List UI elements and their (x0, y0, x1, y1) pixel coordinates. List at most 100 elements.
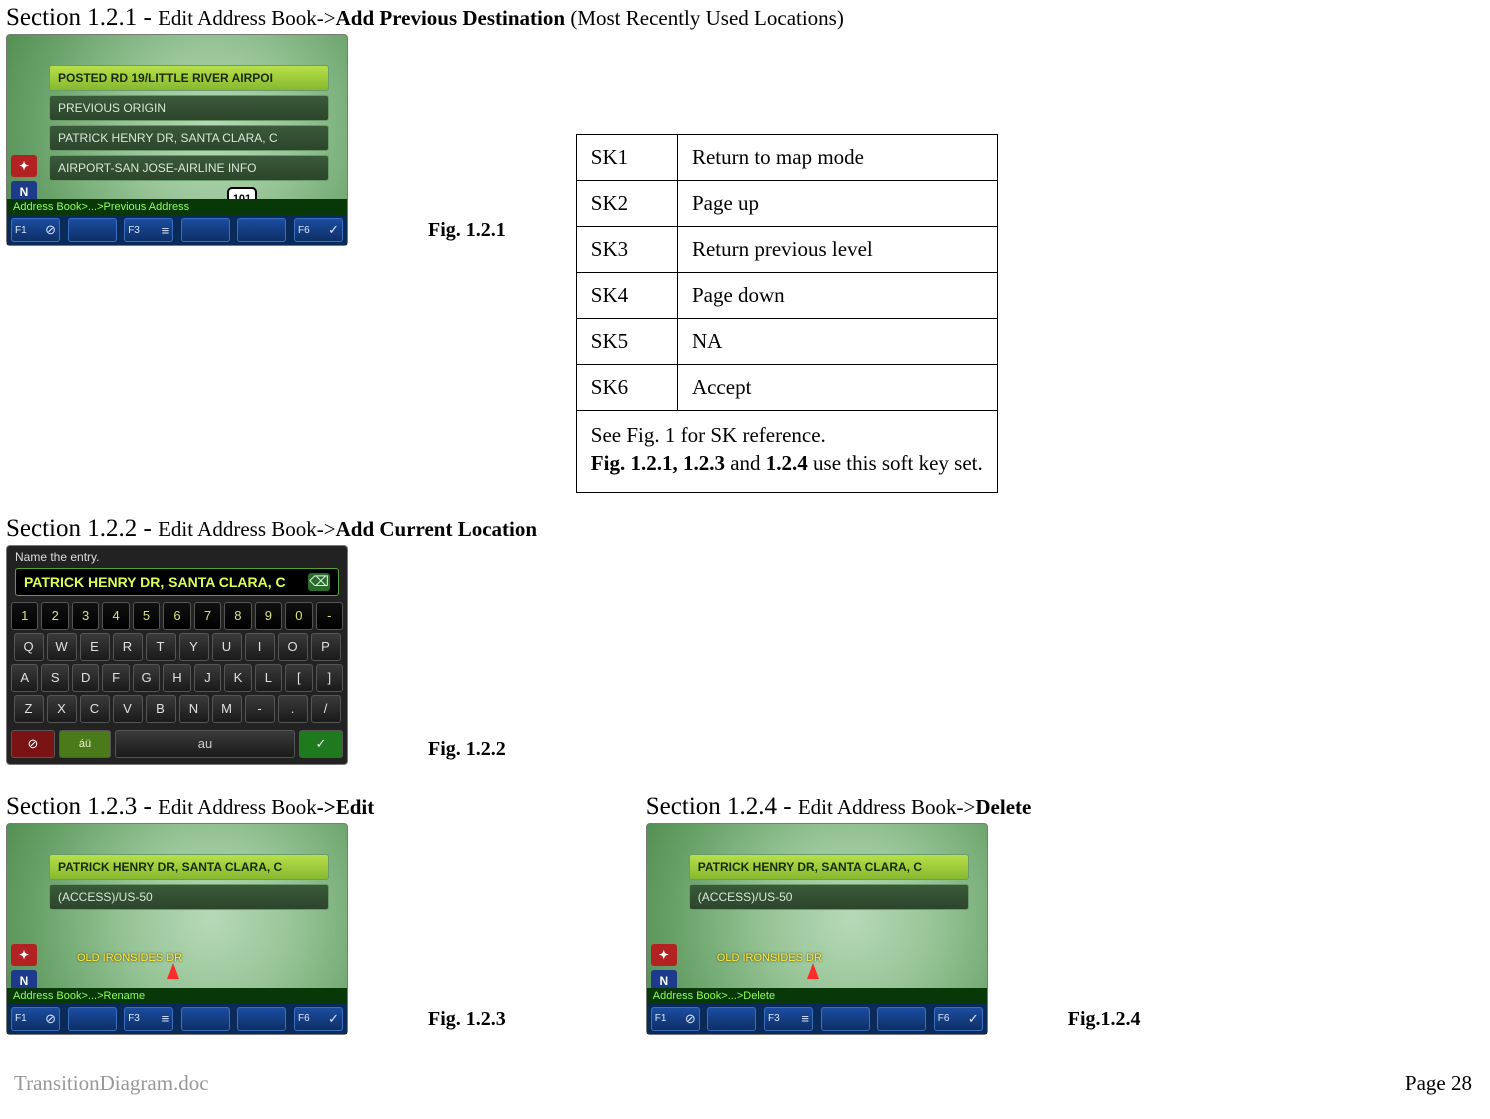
sk1-button[interactable]: F1⊘ (11, 1007, 60, 1031)
key-i[interactable]: I (245, 633, 275, 661)
sk4-button[interactable] (181, 1007, 230, 1031)
key-7[interactable]: 7 (194, 602, 221, 630)
figure-1-2-2-caption: Fig. 1.2.2 (428, 738, 506, 761)
prev-dest-row-0[interactable]: POSTED RD 19/LITTLE RIVER AIRPOI (49, 65, 329, 91)
sk3-button[interactable]: F3≡ (124, 1007, 173, 1031)
key-0[interactable]: 0 (285, 602, 312, 630)
sk5-button[interactable] (237, 218, 286, 242)
prev-dest-row-2[interactable]: PATRICK HENRY DR, SANTA CLARA, C (49, 125, 329, 151)
gps-status-icon: ✦ (11, 944, 37, 966)
sk4-button[interactable] (821, 1007, 870, 1031)
accents-button[interactable]: áü (59, 730, 111, 758)
sk5-button[interactable] (237, 1007, 286, 1031)
delete-row-1[interactable]: (ACCESS)/US-50 (689, 884, 969, 910)
sk1-button[interactable]: F1⊘ (651, 1007, 700, 1031)
key-lb[interactable]: [ (285, 664, 312, 692)
key-z[interactable]: Z (14, 695, 44, 723)
key-j[interactable]: J (194, 664, 221, 692)
key-x[interactable]: X (47, 695, 77, 723)
key-minus[interactable]: - (245, 695, 275, 723)
edit-row-1[interactable]: (ACCESS)/US-50 (49, 884, 329, 910)
entry-prompt: Name the entry. (7, 546, 347, 566)
key-f[interactable]: F (102, 664, 129, 692)
key-5[interactable]: 5 (133, 602, 160, 630)
gps-status-icon: ✦ (651, 944, 677, 966)
key-9[interactable]: 9 (255, 602, 282, 630)
sk3-button[interactable]: F3≡ (764, 1007, 813, 1031)
key-d[interactable]: D (72, 664, 99, 692)
softkey-bar: F1⊘ F3≡ F6✓ (7, 1004, 347, 1034)
softkey-reference-table: SK1Return to map mode SK2Page up SK3Retu… (576, 134, 998, 493)
key-o[interactable]: O (278, 633, 308, 661)
breadcrumb: Address Book>...>Previous Address (7, 199, 347, 215)
key-p[interactable]: P (311, 633, 341, 661)
key-v[interactable]: V (113, 695, 143, 723)
key-w[interactable]: W (47, 633, 77, 661)
key-m[interactable]: M (212, 695, 242, 723)
key-u[interactable]: U (212, 633, 242, 661)
breadcrumb: Address Book>...>Delete (647, 988, 987, 1004)
check-icon: ✓ (316, 736, 327, 752)
sk4-button[interactable] (181, 218, 230, 242)
delete-row-0[interactable]: PATRICK HENRY DR, SANTA CLARA, C (689, 854, 969, 880)
page-footer: TransitionDiagram.doc Page 28 (14, 1071, 1472, 1096)
figure-1-2-1-device: POSTED RD 19/LITTLE RIVER AIRPOI PREVIOU… (6, 34, 348, 246)
key-g[interactable]: G (133, 664, 160, 692)
space-button[interactable]: au (115, 730, 295, 758)
key-n[interactable]: N (179, 695, 209, 723)
key-8[interactable]: 8 (224, 602, 251, 630)
prev-dest-row-1[interactable]: PREVIOUS ORIGIN (49, 95, 329, 121)
prev-dest-row-3[interactable]: AIRPORT-SAN JOSE-AIRLINE INFO (49, 155, 329, 181)
sk-table-note: See Fig. 1 for SK reference. Fig. 1.2.1,… (576, 411, 997, 493)
key-h[interactable]: H (163, 664, 190, 692)
check-icon: ✓ (968, 1011, 979, 1027)
cancel-icon: ⊘ (685, 1011, 696, 1027)
sk2-button[interactable] (707, 1007, 756, 1031)
edit-row-0[interactable]: PATRICK HENRY DR, SANTA CLARA, C (49, 854, 329, 880)
softkey-bar: F1⊘ F3≡ F6✓ (7, 215, 347, 245)
sk2-button[interactable] (68, 1007, 117, 1031)
sk5-button[interactable] (877, 1007, 926, 1031)
key-6[interactable]: 6 (163, 602, 190, 630)
key-c[interactable]: C (80, 695, 110, 723)
key-e[interactable]: E (80, 633, 110, 661)
figure-1-2-1-caption: Fig. 1.2.1 (428, 219, 506, 242)
key-1[interactable]: 1 (11, 602, 38, 630)
key-b[interactable]: B (146, 695, 176, 723)
sk6-button[interactable]: F6✓ (294, 218, 343, 242)
softkey-bar: F1⊘ F3≡ F6✓ (647, 1004, 987, 1034)
menu-icon: ≡ (162, 1011, 170, 1026)
key-3[interactable]: 3 (72, 602, 99, 630)
key-r[interactable]: R (113, 633, 143, 661)
sk3-button[interactable]: F3≡ (124, 218, 173, 242)
key-2[interactable]: 2 (41, 602, 68, 630)
key-l[interactable]: L (255, 664, 282, 692)
key-period[interactable]: . (278, 695, 308, 723)
check-icon: ✓ (328, 222, 339, 238)
menu-icon: ≡ (801, 1011, 809, 1026)
sk1-button[interactable]: F1⊘ (11, 218, 60, 242)
key-dash[interactable]: - (316, 602, 343, 630)
key-s[interactable]: S (41, 664, 68, 692)
footer-pagenum: Page 28 (1405, 1071, 1472, 1096)
cancel-button[interactable]: ⊘ (11, 730, 55, 758)
sk6-button[interactable]: F6✓ (294, 1007, 343, 1031)
sk2-button[interactable] (68, 218, 117, 242)
key-t[interactable]: T (146, 633, 176, 661)
key-a[interactable]: A (11, 664, 38, 692)
key-slash[interactable]: / (311, 695, 341, 723)
entry-field[interactable]: PATRICK HENRY DR, SANTA CLARA, C ⌫ (15, 568, 339, 596)
accept-button[interactable]: ✓ (299, 730, 343, 758)
cancel-icon: ⊘ (45, 222, 56, 238)
key-y[interactable]: Y (179, 633, 209, 661)
key-4[interactable]: 4 (102, 602, 129, 630)
key-rb[interactable]: ] (316, 664, 343, 692)
key-q[interactable]: Q (14, 633, 44, 661)
section-1-2-2-title: Section 1.2.2 - Edit Address Book->Add C… (6, 515, 1480, 543)
sk6-button[interactable]: F6✓ (934, 1007, 983, 1031)
cancel-icon: ⊘ (45, 1011, 56, 1027)
breadcrumb: Address Book>...>Rename (7, 988, 347, 1004)
backspace-icon[interactable]: ⌫ (308, 573, 330, 591)
figure-1-2-4-device: PATRICK HENRY DR, SANTA CLARA, C (ACCESS… (646, 823, 988, 1035)
key-k[interactable]: K (224, 664, 251, 692)
